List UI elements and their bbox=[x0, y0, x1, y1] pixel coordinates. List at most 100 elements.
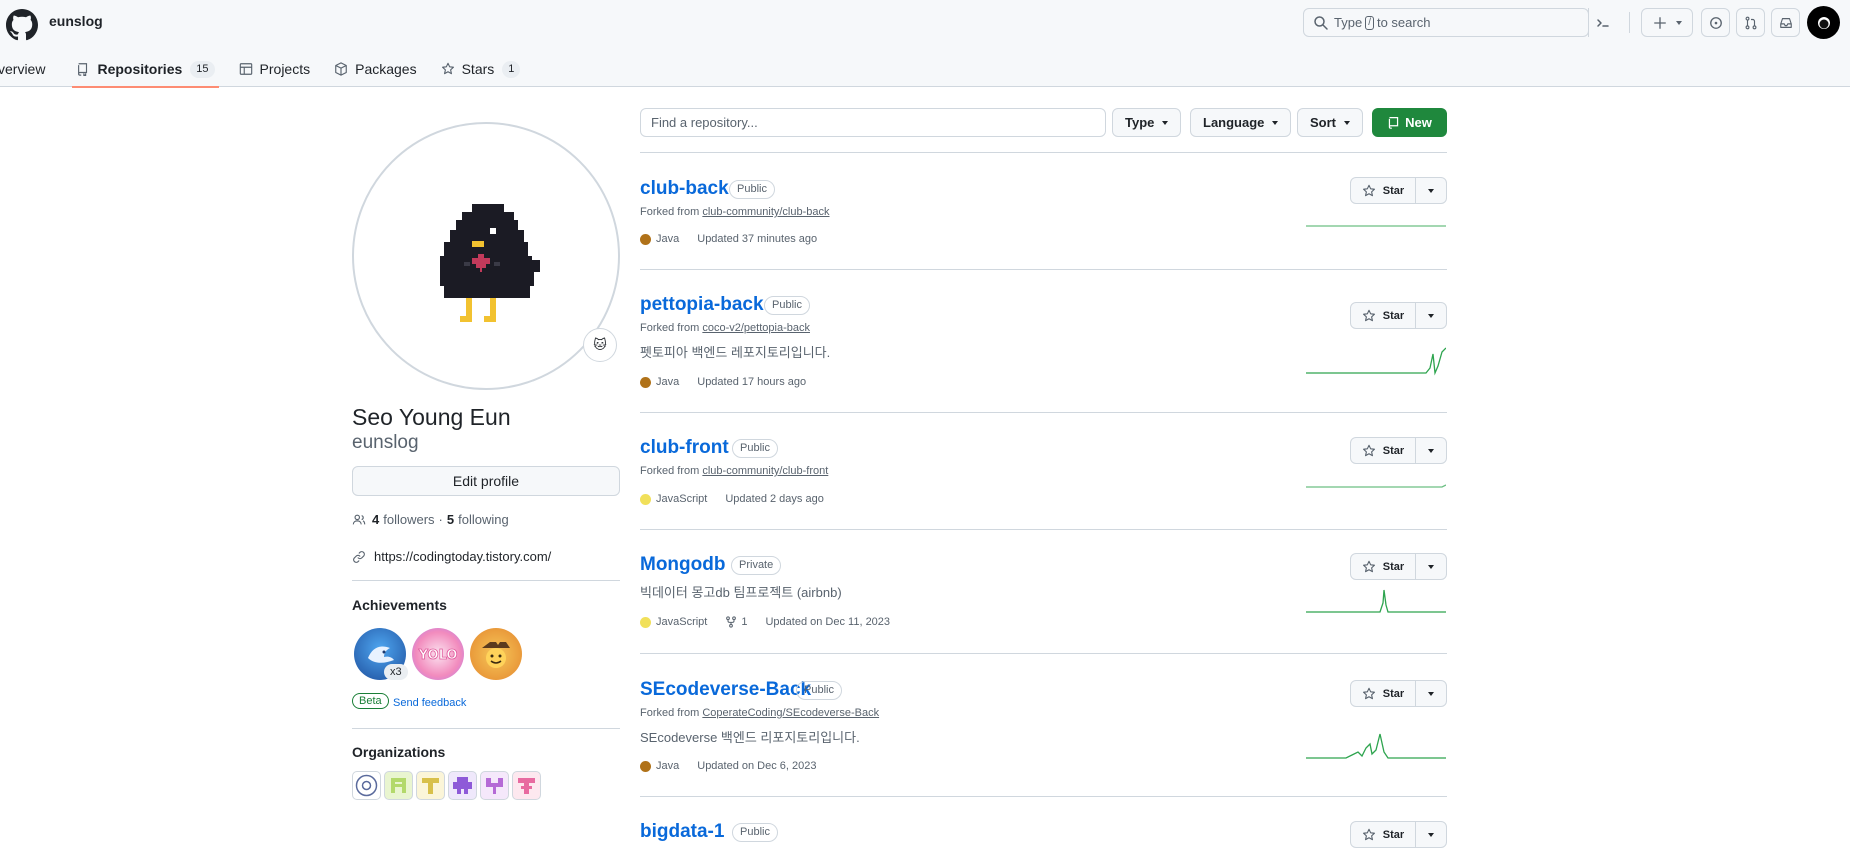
profile-avatar[interactable] bbox=[352, 122, 620, 390]
repository-item: pettopia-back Public Forked from coco-v2… bbox=[640, 269, 1447, 412]
star-icon bbox=[1362, 444, 1375, 456]
tab-packages[interactable]: Packages bbox=[322, 51, 428, 87]
new-button-label: New bbox=[1405, 115, 1432, 130]
tab-projects[interactable]: Projects bbox=[227, 51, 323, 87]
star-list-dropdown[interactable] bbox=[1416, 303, 1446, 328]
chevron-down-icon bbox=[1675, 20, 1682, 25]
chevron-down-icon bbox=[1428, 564, 1434, 569]
follow-separator: · bbox=[438, 512, 443, 527]
tab-overview-label: verview bbox=[0, 61, 46, 77]
star-button-group: Star bbox=[1350, 821, 1447, 848]
repository-description: 펫토피아 백엔드 레포지토리입니다. bbox=[640, 345, 831, 360]
tab-repositories[interactable]: Repositories 15 bbox=[64, 51, 226, 88]
updated-time: Updated 37 minutes ago bbox=[697, 233, 818, 245]
achievement-yolo[interactable]: YOLO bbox=[412, 628, 464, 680]
organization-avatar[interactable] bbox=[384, 771, 413, 800]
star-button[interactable]: Star bbox=[1351, 554, 1416, 579]
star-button[interactable]: Star bbox=[1351, 822, 1416, 847]
pull-requests-button[interactable] bbox=[1736, 8, 1765, 37]
header-divider bbox=[1629, 12, 1630, 33]
inbox-button[interactable] bbox=[1771, 8, 1800, 37]
star-icon bbox=[1362, 687, 1375, 699]
language-color-dot bbox=[640, 233, 651, 245]
org-identicon-icon bbox=[486, 778, 503, 794]
repository-name-link[interactable]: club-front bbox=[640, 437, 729, 459]
following-link[interactable]: following bbox=[458, 512, 509, 527]
search-suffix: to search bbox=[1376, 15, 1431, 30]
yolo-badge-icon: YOLO bbox=[417, 648, 458, 664]
organization-avatar[interactable] bbox=[512, 771, 541, 800]
forks-count[interactable]: 1 bbox=[725, 616, 747, 628]
star-list-dropdown[interactable] bbox=[1416, 554, 1446, 579]
repository-name-link[interactable]: pettopia-back bbox=[640, 294, 764, 316]
type-filter-label: Type bbox=[1125, 115, 1155, 130]
organization-avatar[interactable] bbox=[448, 771, 477, 800]
forked-from-link[interactable]: club-community/club-front bbox=[702, 465, 828, 477]
tab-overview[interactable]: verview bbox=[0, 51, 57, 87]
star-list-dropdown[interactable] bbox=[1416, 681, 1446, 706]
command-palette-button[interactable] bbox=[1588, 8, 1616, 37]
send-feedback-link[interactable]: Send feedback bbox=[393, 697, 466, 709]
edit-profile-button[interactable]: Edit profile bbox=[352, 466, 620, 496]
user-avatar[interactable] bbox=[1807, 6, 1840, 39]
repository-name-link[interactable]: SEcodeverse-Back bbox=[640, 679, 811, 701]
website-url[interactable]: https://codingtoday.tistory.com/ bbox=[374, 549, 551, 564]
github-logo-icon[interactable] bbox=[6, 9, 38, 41]
forked-prefix: Forked from bbox=[640, 465, 700, 477]
star-button-group: Star bbox=[1350, 680, 1447, 707]
repository-name-link[interactable]: Mongodb bbox=[640, 554, 725, 576]
language-filter-button[interactable]: Language bbox=[1190, 108, 1292, 137]
bird-avatar-icon bbox=[1817, 16, 1830, 29]
profile-website[interactable]: https://codingtoday.tistory.com/ bbox=[352, 549, 551, 564]
stars-count: 1 bbox=[502, 60, 521, 78]
star-icon bbox=[1362, 309, 1375, 321]
followers-count[interactable]: 4 bbox=[372, 512, 379, 527]
star-button[interactable]: Star bbox=[1351, 303, 1416, 328]
profile-full-name: Seo Young Eun bbox=[352, 404, 511, 430]
forked-from: Forked from club-community/club-front bbox=[640, 465, 828, 477]
star-button[interactable]: Star bbox=[1351, 438, 1416, 463]
find-repository-input[interactable] bbox=[640, 108, 1106, 137]
tab-stars[interactable]: Stars 1 bbox=[429, 51, 533, 87]
organization-avatar[interactable] bbox=[352, 771, 381, 800]
search-icon bbox=[1314, 16, 1328, 30]
followers-link[interactable]: followers bbox=[383, 512, 434, 527]
forked-from-link[interactable]: coco-v2/pettopia-back bbox=[702, 322, 810, 334]
repo-forked-icon bbox=[726, 616, 737, 628]
sidebar-divider bbox=[352, 728, 620, 729]
issue-opened-icon bbox=[1709, 16, 1722, 29]
chevron-down-icon bbox=[1344, 120, 1350, 125]
following-count[interactable]: 5 bbox=[447, 512, 454, 527]
status-emoji[interactable]: 🐱 bbox=[583, 328, 617, 362]
activity-sparkline bbox=[1306, 484, 1446, 488]
pixel-bird-avatar-icon bbox=[440, 204, 540, 322]
star-list-dropdown[interactable] bbox=[1416, 178, 1446, 203]
achievement-quickdraw[interactable] bbox=[470, 628, 522, 680]
star-list-dropdown[interactable] bbox=[1416, 822, 1446, 847]
activity-sparkline bbox=[1306, 733, 1446, 759]
forked-from-link[interactable]: club-community/club-back bbox=[702, 206, 829, 218]
forked-prefix: Forked from bbox=[640, 206, 700, 218]
star-list-dropdown[interactable] bbox=[1416, 438, 1446, 463]
repository-name-link[interactable]: club-back bbox=[640, 178, 729, 200]
forked-from-link[interactable]: CoperateCoding/SEcodeverse-Back bbox=[702, 707, 879, 719]
table-icon bbox=[239, 63, 252, 75]
updated-time: Updated 17 hours ago bbox=[697, 376, 807, 388]
repository-name-link[interactable]: bigdata-1 bbox=[640, 821, 724, 843]
language-filter-label: Language bbox=[1203, 115, 1265, 130]
new-repository-button[interactable]: New bbox=[1372, 108, 1447, 137]
terminal-icon bbox=[1596, 18, 1609, 27]
create-new-button[interactable] bbox=[1641, 8, 1693, 37]
star-button[interactable]: Star bbox=[1351, 681, 1416, 706]
organization-avatar[interactable] bbox=[480, 771, 509, 800]
star-button[interactable]: Star bbox=[1351, 178, 1416, 203]
sort-button[interactable]: Sort bbox=[1297, 108, 1363, 137]
org-identicon-icon bbox=[422, 778, 439, 794]
forked-from: Forked from coco-v2/pettopia-back bbox=[640, 322, 810, 334]
language-color-dot bbox=[640, 760, 651, 772]
header-username[interactable]: eunslog bbox=[49, 13, 103, 29]
issues-button[interactable] bbox=[1701, 8, 1730, 37]
type-filter-button[interactable]: Type bbox=[1112, 108, 1182, 137]
organization-avatar[interactable] bbox=[416, 771, 445, 800]
global-search[interactable]: Type / to search bbox=[1303, 8, 1589, 37]
